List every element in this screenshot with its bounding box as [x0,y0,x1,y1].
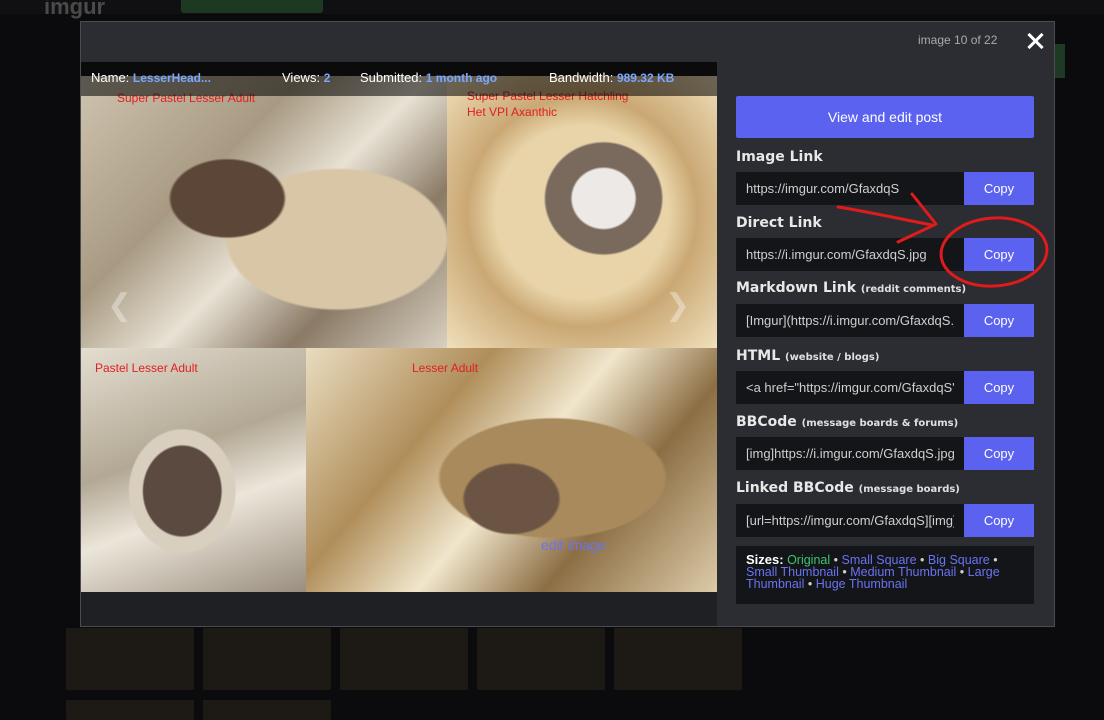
image-link-label: Image Link [736,149,823,165]
image-meta-bar: Name: LesserHead... Views: 2 Submitted: … [81,62,717,96]
direct-link-input[interactable] [736,238,964,271]
background-thumbnail [477,628,605,690]
panel-caption: Pastel Lesser Adult [95,361,198,375]
html-link-sublabel: (website / blogs) [785,352,880,363]
snake-photo-panel: Super Pastel Lesser Adult [81,76,447,348]
meta-submitted-key: Submitted: [360,70,423,85]
markdown-link-row: Copy [736,304,1034,337]
meta-submitted-value: 1 month ago [425,71,498,85]
view-and-edit-post-button[interactable]: View and edit post [736,96,1034,138]
meta-views-key: Views: [282,70,321,85]
image-collage: Super Pastel Lesser Adult Super Pastel L… [81,76,717,608]
snake-photo-panel: Lesser Adult [306,348,717,608]
bbcode-link-copy-button[interactable]: Copy [964,437,1034,470]
panel-caption: Lesser Adult [412,361,479,375]
meta-bandwidth: Bandwidth: 989.32 KB [549,70,674,85]
panel-caption-line: Het VPI Axanthic [467,105,558,119]
meta-bandwidth-key: Bandwidth: [549,70,614,85]
bbcode-link-label: BBCode (message boards & forums) [736,414,958,430]
html-link-label-text: HTML [736,348,781,364]
background-new-post-button [181,0,323,13]
image-sizes-box: Sizes: Original • Small Square • Big Squ… [736,546,1034,604]
background-thumbnail-grid [66,628,746,720]
meta-submitted: Submitted: 1 month ago [360,70,497,85]
close-icon[interactable] [1024,30,1046,52]
meta-views: Views: 2 [282,70,330,85]
bbcode-link-row: Copy [736,437,1034,470]
background-thumbnail [614,628,742,690]
background-logo: imgur [44,0,106,19]
markdown-link-label-text: Markdown Link [736,280,857,296]
size-separator: • [807,577,813,591]
direct-link-row: Copy [736,238,1034,271]
image-link-input[interactable] [736,172,964,205]
direct-link-copy-button[interactable]: Copy [964,238,1034,271]
size-huge-thumbnail-link[interactable]: Huge Thumbnail [816,577,908,591]
markdown-link-label: Markdown Link (reddit comments) [736,280,966,296]
markdown-link-copy-button[interactable]: Copy [964,304,1034,337]
html-link-copy-button[interactable]: Copy [964,371,1034,404]
size-separator: • [959,565,965,579]
bbcode-link-sublabel: (message boards & forums) [801,418,959,429]
meta-bandwidth-value: 989.32 KB [616,71,675,85]
linked-bbcode-label-text: Linked BBCode [736,480,854,496]
html-link-input[interactable] [736,371,964,404]
image-link-row: Copy [736,172,1034,205]
background-thumbnail [66,700,194,720]
meta-name-value: LesserHead... [132,71,211,85]
markdown-link-input[interactable] [736,304,964,337]
markdown-link-sublabel: (reddit comments) [860,284,967,295]
html-link-row: Copy [736,371,1034,404]
meta-views-value: 2 [323,71,331,85]
image-link-label-text: Image Link [736,149,823,165]
linked-bbcode-input[interactable] [736,504,964,537]
image-bottom-bar [81,592,717,626]
background-thumbnail [66,628,194,690]
image-link-copy-button[interactable]: Copy [964,172,1034,205]
next-image-icon[interactable]: ❯ [665,288,690,323]
bbcode-link-label-text: BBCode [736,414,797,430]
background-header [0,0,1104,14]
direct-link-label-text: Direct Link [736,215,822,231]
background-thumbnail [203,700,331,720]
image-viewer: Name: LesserHead... Views: 2 Submitted: … [81,62,717,626]
bbcode-link-input[interactable] [736,437,964,470]
background-thumbnail [203,628,331,690]
image-counter: image 10 of 22 [918,33,998,47]
edit-image-link[interactable]: edit image [541,537,606,553]
linked-bbcode-label: Linked BBCode (message boards) [736,480,960,496]
linked-bbcode-row: Copy [736,504,1034,537]
snake-photo-panel: Pastel Lesser Adult [81,348,306,608]
previous-image-icon[interactable]: ❮ [107,288,132,323]
meta-name: Name: LesserHead... [91,70,211,85]
background-thumbnail [340,628,468,690]
direct-link-label: Direct Link [736,215,822,231]
background-side-button [1055,44,1065,78]
meta-name-key: Name: [91,70,130,85]
linked-bbcode-copy-button[interactable]: Copy [964,504,1034,537]
html-link-label: HTML (website / blogs) [736,348,879,364]
linked-bbcode-sublabel: (message boards) [858,484,960,495]
